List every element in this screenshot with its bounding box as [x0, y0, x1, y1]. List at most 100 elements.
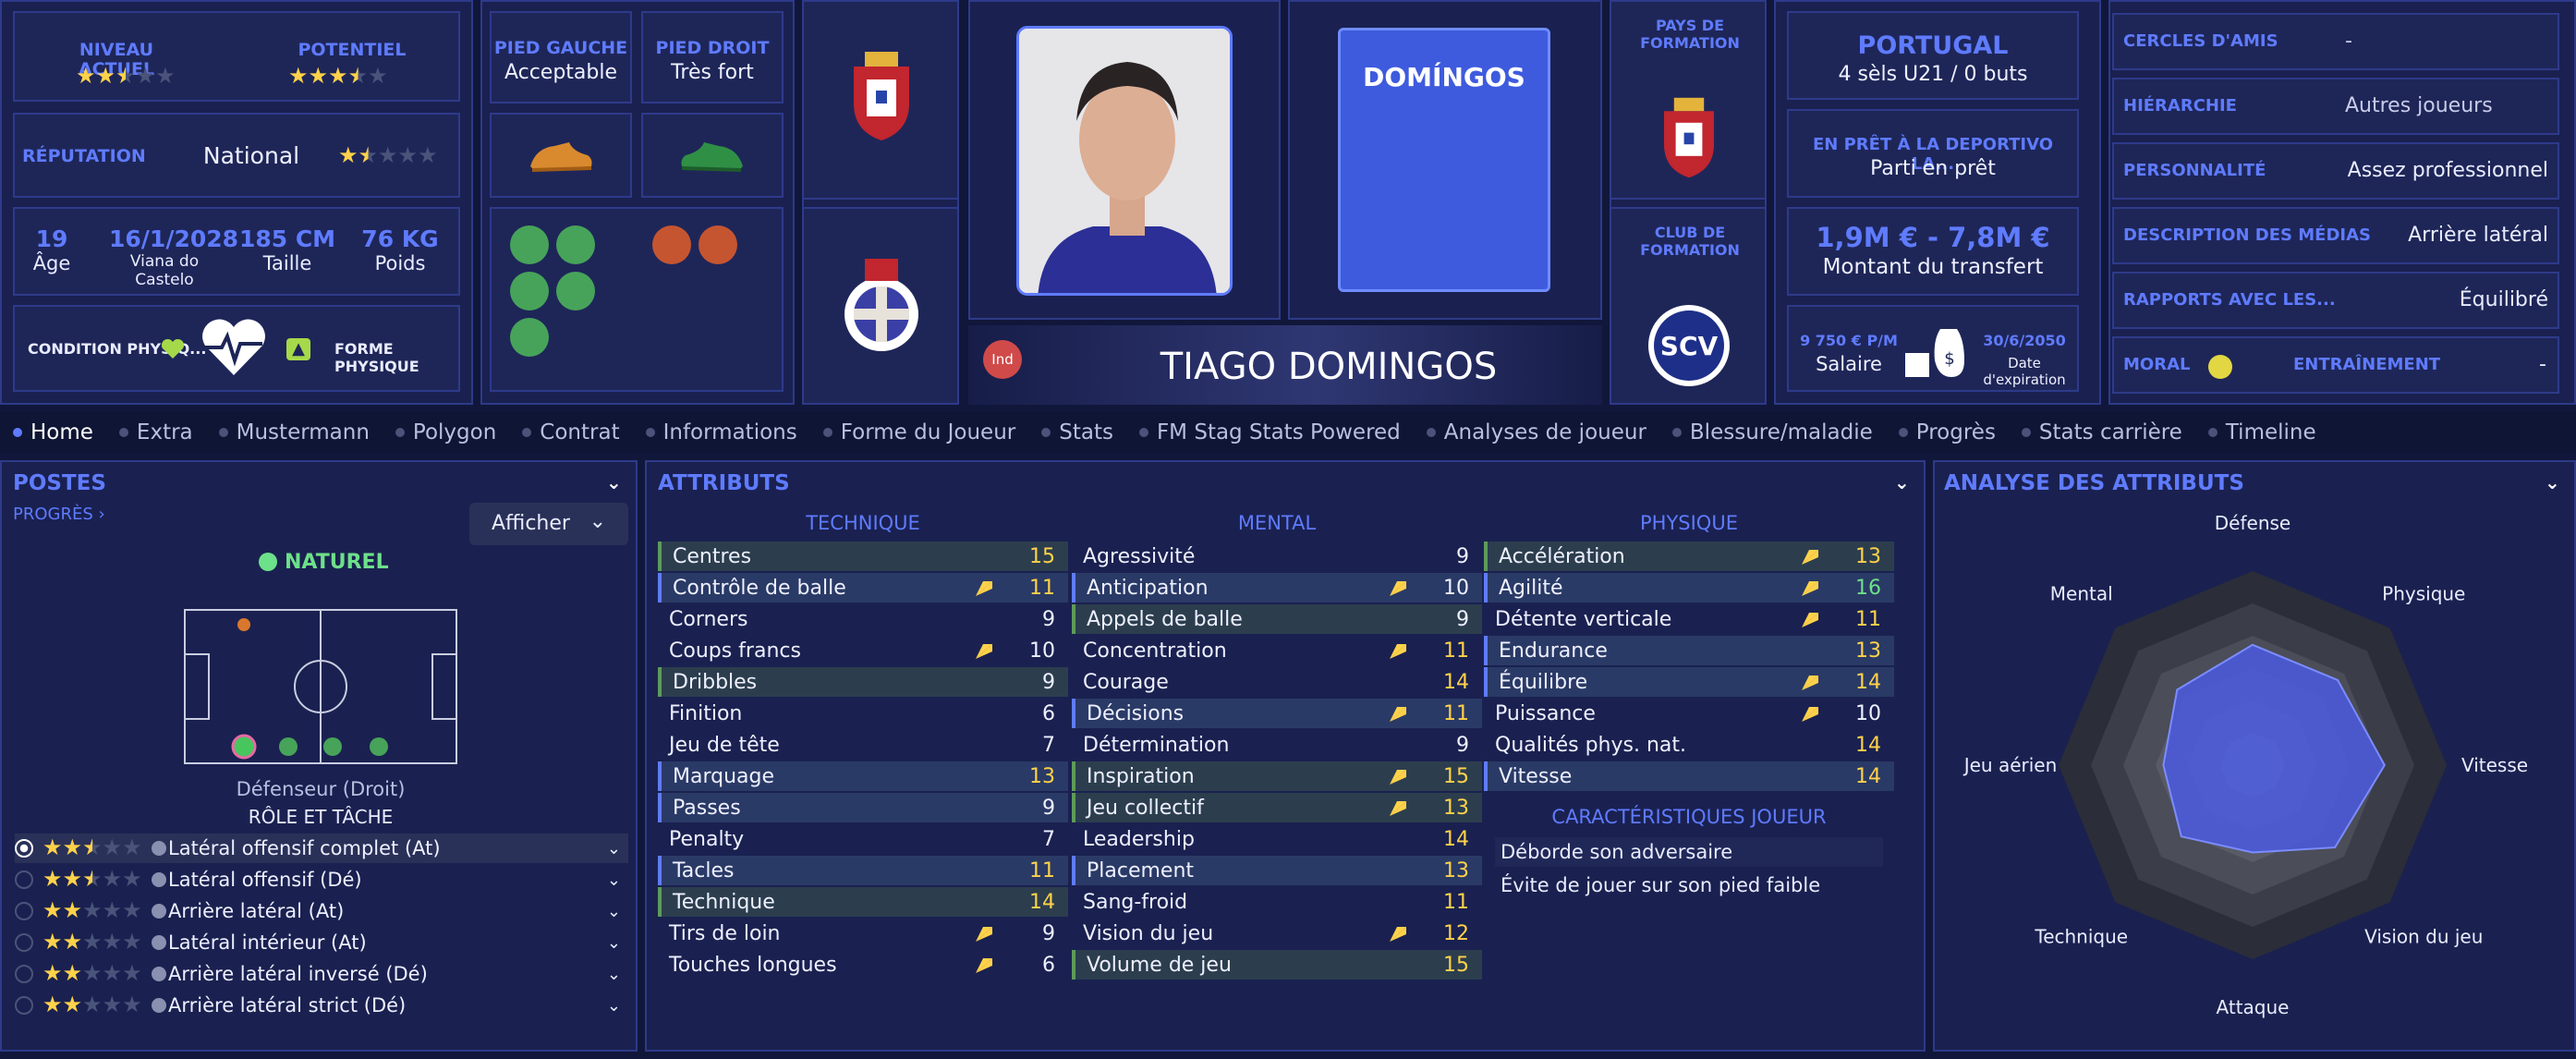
mental-attribute-row[interactable]: Courage 14 [1072, 667, 1482, 697]
role-radio[interactable] [15, 933, 33, 952]
attribute-value: 14 [1855, 670, 1881, 694]
mental-attribute-row[interactable]: Jeu collectif 13 [1072, 793, 1482, 822]
role-row[interactable]: ★★★★★ Arrière latéral (At) ⌄ [15, 896, 628, 926]
tab-timeline[interactable]: Timeline [2207, 420, 2316, 444]
mental-attribute-row[interactable]: Sang-froid 11 [1072, 887, 1482, 917]
show-dropdown[interactable]: Afficher ⌄ [469, 503, 628, 545]
attribute-name: Penalty [669, 827, 745, 851]
mental-attribute-row[interactable]: Décisions 11 [1072, 699, 1482, 728]
physical-attribute-row[interactable]: Endurance 13 [1484, 636, 1894, 665]
mental-attribute-row[interactable]: Détermination 9 [1072, 730, 1482, 760]
mental-attribute-row[interactable]: Placement 13 [1072, 856, 1482, 885]
physical-attribute-row[interactable]: Détente verticale 11 [1484, 604, 1894, 634]
tab-dot-icon [522, 428, 532, 437]
technical-attribute-row[interactable]: Corners 9 [658, 604, 1068, 634]
mental-attribute-row[interactable]: Inspiration 15 [1072, 761, 1482, 791]
role-radio[interactable] [15, 965, 33, 983]
tab-mustermann[interactable]: Mustermann [218, 420, 370, 444]
technical-attribute-row[interactable]: Marquage 13 [658, 761, 1068, 791]
technical-attribute-row[interactable]: Jeu de tête 7 [658, 730, 1068, 760]
mental-attribute-row[interactable]: Concentration 11 [1072, 636, 1482, 665]
technical-attribute-row[interactable]: Tirs de loin 9 [658, 919, 1068, 948]
role-expand-icon[interactable]: ⌄ [607, 902, 621, 921]
pitch-skill-icon[interactable] [510, 225, 549, 264]
physical-attribute-row[interactable]: Équilibre 14 [1484, 667, 1894, 697]
technical-attribute-row[interactable]: Finition 6 [658, 699, 1068, 728]
info-icon[interactable] [152, 872, 166, 887]
physical-attribute-row[interactable]: Vitesse 14 [1484, 761, 1894, 791]
mental-attribute-row[interactable]: Volume de jeu 15 [1072, 950, 1482, 980]
tab-home[interactable]: Home [13, 420, 93, 444]
info-icon[interactable] [152, 841, 166, 856]
tab-dot-icon [2207, 428, 2218, 437]
role-radio[interactable] [15, 996, 33, 1015]
technical-attribute-row[interactable]: Technique 14 [658, 887, 1068, 917]
physical-attribute-row[interactable]: Puissance 10 [1484, 699, 1894, 728]
trend-up-icon [1802, 613, 1818, 627]
tab-polygon[interactable]: Polygon [395, 420, 496, 444]
leaf-skill-icon[interactable] [510, 318, 549, 357]
tab-extra[interactable]: Extra [118, 420, 193, 444]
tab-analyses-de-joueur[interactable]: Analyses de joueur [1426, 420, 1646, 444]
injury-skill-icon[interactable] [652, 225, 691, 264]
heartbeat-skill-icon[interactable] [556, 225, 595, 264]
role-row[interactable]: ★★★★★ Arrière latéral inversé (Dé) ⌄ [15, 959, 628, 989]
height-value: 185 CM [238, 225, 336, 252]
mental-attribute-row[interactable]: Anticipation 10 [1072, 573, 1482, 603]
role-expand-icon[interactable]: ⌄ [607, 839, 621, 858]
tab-informations[interactable]: Informations [645, 420, 797, 444]
positions-collapse-icon[interactable]: ⌄ [606, 471, 622, 493]
role-radio[interactable] [15, 902, 33, 920]
role-row[interactable]: ★★★★★ Arrière latéral strict (Dé) ⌄ [15, 991, 628, 1020]
technical-attribute-row[interactable]: Penalty 7 [658, 824, 1068, 854]
attributes-collapse-icon[interactable]: ⌄ [1894, 471, 1910, 493]
mental-attribute-row[interactable]: Vision du jeu 12 [1072, 919, 1482, 948]
technical-attribute-row[interactable]: Passes 9 [658, 793, 1068, 822]
attribute-name: Détente verticale [1495, 607, 1672, 631]
mental-attribute-row[interactable]: Leadership 14 [1072, 824, 1482, 854]
paw-skill-icon[interactable] [699, 225, 737, 264]
role-stars: ★★★★★ [43, 866, 142, 892]
relations-value: Équilibré [2459, 288, 2548, 311]
attribute-name: Marquage [673, 764, 775, 788]
role-expand-icon[interactable]: ⌄ [607, 996, 621, 1016]
role-radio[interactable] [15, 839, 33, 858]
progress-link[interactable]: PROGRÈS › [13, 505, 105, 524]
mental-attribute-row[interactable]: Agressivité 9 [1072, 542, 1482, 571]
tab-stats-carri-re[interactable]: Stats carrière [2021, 420, 2182, 444]
role-row[interactable]: ★★★★★ Latéral intérieur (At) ⌄ [15, 928, 628, 957]
technical-attribute-row[interactable]: Centres 15 [658, 542, 1068, 571]
info-icon[interactable] [152, 998, 166, 1013]
natural-label: NATUREL [259, 551, 389, 574]
left-foot-box: PIED GAUCHE Acceptable [490, 11, 632, 103]
role-expand-icon[interactable]: ⌄ [607, 965, 621, 984]
physical-attribute-row[interactable]: Accélération 13 [1484, 542, 1894, 571]
tab-fm-stag-stats-powered[interactable]: FM Stag Stats Powered [1138, 420, 1401, 444]
attribute-name: Technique [673, 890, 775, 914]
role-radio[interactable] [15, 870, 33, 889]
info-icon[interactable] [152, 904, 166, 919]
technical-attribute-row[interactable]: Coups francs 10 [658, 636, 1068, 665]
tab-forme-du-joueur[interactable]: Forme du Joueur [822, 420, 1015, 444]
head-skill-icon[interactable] [510, 272, 549, 310]
tab-progr-s[interactable]: Progrès [1898, 420, 1996, 444]
technical-attribute-row[interactable]: Tacles 11 [658, 856, 1068, 885]
bandage-skill-icon[interactable] [556, 272, 595, 310]
tab-stats[interactable]: Stats [1041, 420, 1113, 444]
role-expand-icon[interactable]: ⌄ [607, 870, 621, 890]
info-icon[interactable] [152, 967, 166, 981]
info-icon[interactable] [152, 935, 166, 950]
role-expand-icon[interactable]: ⌄ [607, 933, 621, 953]
technical-attribute-row[interactable]: Touches longues 6 [658, 950, 1068, 980]
physical-attribute-row[interactable]: Qualités phys. nat. 14 [1484, 730, 1894, 760]
role-row[interactable]: ★★★★★ Latéral offensif (Dé) ⌄ [15, 865, 628, 895]
technical-attribute-row[interactable]: Contrôle de balle 11 [658, 573, 1068, 603]
tab-blessure-maladie[interactable]: Blessure/maladie [1671, 420, 1873, 444]
physical-attribute-row[interactable]: Agilité 16 [1484, 573, 1894, 603]
mental-attribute-row[interactable]: Appels de balle 9 [1072, 604, 1482, 634]
caps-value: 4 sèls U21 / 0 buts [1838, 63, 2028, 86]
left-boot-box [490, 113, 632, 198]
role-row[interactable]: ★★★★★ Latéral offensif complet (At) ⌄ [15, 834, 628, 863]
technical-attribute-row[interactable]: Dribbles 9 [658, 667, 1068, 697]
tab-contrat[interactable]: Contrat [522, 420, 620, 444]
